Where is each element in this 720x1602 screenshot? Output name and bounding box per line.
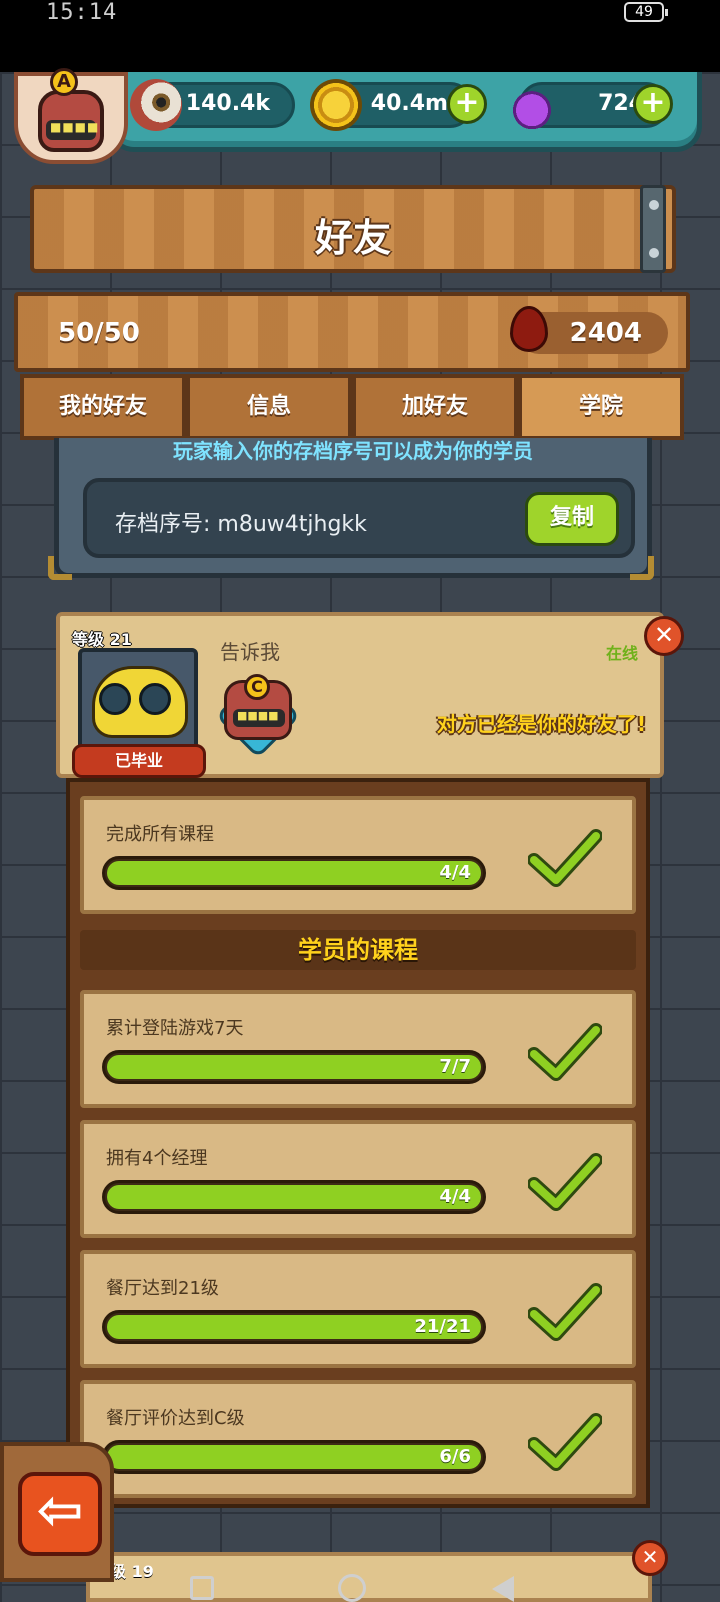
progress-bar: 4/4 xyxy=(102,856,486,890)
progress-text: 6/6 xyxy=(439,1446,471,1467)
task-complete-all: 完成所有课程 4/4 xyxy=(80,796,636,914)
progress-text: 4/4 xyxy=(439,1186,471,1207)
back-nav-icon[interactable] xyxy=(492,1576,514,1602)
progress-text: 4/4 xyxy=(439,862,471,883)
task-login-7-days: 累计登陆游戏7天 7/7 xyxy=(80,990,636,1108)
save-code-box: 存档序号: m8uw4tjhgkk 复制 xyxy=(83,478,635,558)
progress-text: 21/21 xyxy=(414,1316,471,1337)
recent-apps-icon[interactable] xyxy=(190,1576,214,1600)
gold-coin-icon xyxy=(310,79,362,131)
online-status: 在线 xyxy=(605,644,638,663)
student-rank: C xyxy=(244,674,270,700)
section-title: 学员的课程 xyxy=(80,930,636,970)
status-bar: 15:14 49 xyxy=(0,0,720,72)
academy-panel: 玩家输入你的存档序号可以成为你的学员 存档序号: m8uw4tjhgkk 复制 xyxy=(54,438,652,578)
tab-bar: 我的好友 信息 加好友 学院 xyxy=(20,374,684,440)
back-button-frame: ⇦ xyxy=(0,1442,114,1582)
checkmark-icon xyxy=(528,829,602,887)
task-rating-c: 餐厅评价达到C级 6/6 xyxy=(80,1380,636,1498)
checkmark-icon xyxy=(528,1023,602,1081)
panel-corner-right xyxy=(630,556,654,580)
progress-fill xyxy=(107,1445,481,1469)
player-avatar[interactable]: A xyxy=(14,68,128,164)
page-title: 好友 xyxy=(314,216,391,260)
progress-text: 7/7 xyxy=(439,1056,471,1077)
progress-fill xyxy=(107,1185,481,1209)
eyeball-value: 140.4k xyxy=(185,91,270,116)
potion-icon xyxy=(506,79,558,131)
monster-avatar-icon xyxy=(38,90,104,152)
checkmark-icon xyxy=(528,1283,602,1341)
back-arrow-button[interactable]: ⇦ xyxy=(18,1472,102,1556)
clock: 15:14 xyxy=(46,0,118,25)
gold-value: 40.4m xyxy=(370,91,448,116)
tab-messages[interactable]: 信息 xyxy=(186,374,352,440)
title-bracket-right xyxy=(640,185,666,273)
eyeball-resource: 140.4k xyxy=(130,79,295,131)
task-name: 餐厅评价达到C级 xyxy=(106,1408,245,1429)
title-plank: 好友 xyxy=(30,185,676,273)
task-name: 拥有4个经理 xyxy=(106,1148,208,1169)
progress-bar: 21/21 xyxy=(102,1310,486,1344)
checkmark-icon xyxy=(528,1413,602,1471)
battery-icon: 49 xyxy=(624,2,668,22)
copy-button[interactable]: 复制 xyxy=(525,492,619,546)
progress-bar: 6/6 xyxy=(102,1440,486,1474)
blood-value: 2404 xyxy=(569,318,642,348)
progress-fill xyxy=(107,861,481,885)
progress-fill xyxy=(107,1055,481,1079)
remove-student-button[interactable]: ✕ xyxy=(644,616,684,656)
add-gold-button[interactable]: + xyxy=(447,84,487,124)
progress-bar: 7/7 xyxy=(102,1050,486,1084)
task-name: 累计登陆游戏7天 xyxy=(106,1018,244,1039)
eyeball-icon xyxy=(130,79,182,131)
blood-resource: 2404 xyxy=(510,306,668,354)
checkmark-icon xyxy=(528,1153,602,1211)
already-friend-message: 对方已经是你的好友了! xyxy=(436,712,646,736)
friends-count: 50/50 xyxy=(58,318,140,348)
add-potion-button[interactable]: + xyxy=(633,84,673,124)
tab-my-friends[interactable]: 我的好友 xyxy=(20,374,186,440)
student-card: 等级 21 已毕业 告诉我 在线 C 对方已经是你的好友了! xyxy=(56,612,664,778)
tell-me-label: 告诉我 xyxy=(220,640,280,664)
graduated-badge: 已毕业 xyxy=(72,744,206,778)
tab-add-friend[interactable]: 加好友 xyxy=(352,374,518,440)
student-level: 等级 21 xyxy=(72,630,132,649)
task-restaurant-level-21: 餐厅达到21级 21/21 xyxy=(80,1250,636,1368)
pufferfish-avatar-icon xyxy=(92,666,188,738)
player-grade: A xyxy=(50,68,78,96)
system-nav-bar xyxy=(0,1570,720,1602)
course-list[interactable]: 完成所有课程 4/4 学员的课程 累计登陆游戏7天 7/7 拥有4个经理 4/4… xyxy=(66,778,650,1508)
task-name: 餐厅达到21级 xyxy=(106,1278,219,1299)
academy-hint: 玩家输入你的存档序号可以成为你的学员 xyxy=(173,439,533,463)
progress-bar: 4/4 xyxy=(102,1180,486,1214)
resource-bar: 140.4k 40.4m + 724 + xyxy=(108,72,702,152)
save-code-text: 存档序号: m8uw4tjhgkk xyxy=(115,512,367,537)
tab-academy[interactable]: 学院 xyxy=(518,374,684,440)
blood-drop-icon xyxy=(510,306,548,352)
panel-corner-left xyxy=(48,556,72,580)
home-icon[interactable] xyxy=(338,1574,366,1602)
friends-count-plank: 50/50 2404 xyxy=(14,292,690,372)
task-name: 完成所有课程 xyxy=(106,824,214,845)
task-four-managers: 拥有4个经理 4/4 xyxy=(80,1120,636,1238)
